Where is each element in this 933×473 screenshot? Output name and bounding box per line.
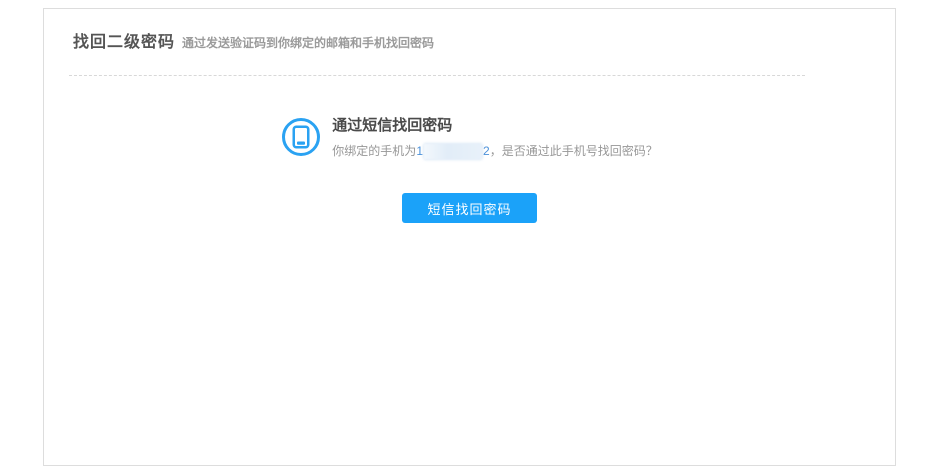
page-title: 找回二级密码 <box>73 34 176 51</box>
phone-digit-start: 1 <box>416 144 423 158</box>
panel-header: 找回二级密码 通过发送验证码到你绑定的邮箱和手机找回密码 <box>44 9 895 52</box>
sms-option-text: 通过短信找回密码 你绑定的手机为 1 2 ，是否通过此手机号找回密码？ <box>332 117 658 159</box>
retrieve-password-panel: 找回二级密码 通过发送验证码到你绑定的邮箱和手机找回密码 通过短信找回密码 你绑… <box>43 8 896 466</box>
desc-prefix: 你绑定的手机为 <box>332 144 417 158</box>
desc-suffix: ，是否通过此手机号找回密码？ <box>489 144 658 158</box>
phone-digit-end: 2 <box>483 144 490 158</box>
sms-recovery-option: 通过短信找回密码 你绑定的手机为 1 2 ，是否通过此手机号找回密码？ <box>44 117 895 159</box>
sms-retrieve-password-button[interactable]: 短信找回密码 <box>402 193 537 223</box>
sms-option-title: 通过短信找回密码 <box>332 117 453 134</box>
smartphone-icon <box>281 117 321 157</box>
sms-option-description: 你绑定的手机为 1 2 ，是否通过此手机号找回密码？ <box>332 143 658 159</box>
page-subtitle: 通过发送验证码到你绑定的邮箱和手机找回密码 <box>182 36 435 50</box>
dashed-divider <box>69 75 805 76</box>
phone-number-redacted <box>424 143 482 159</box>
